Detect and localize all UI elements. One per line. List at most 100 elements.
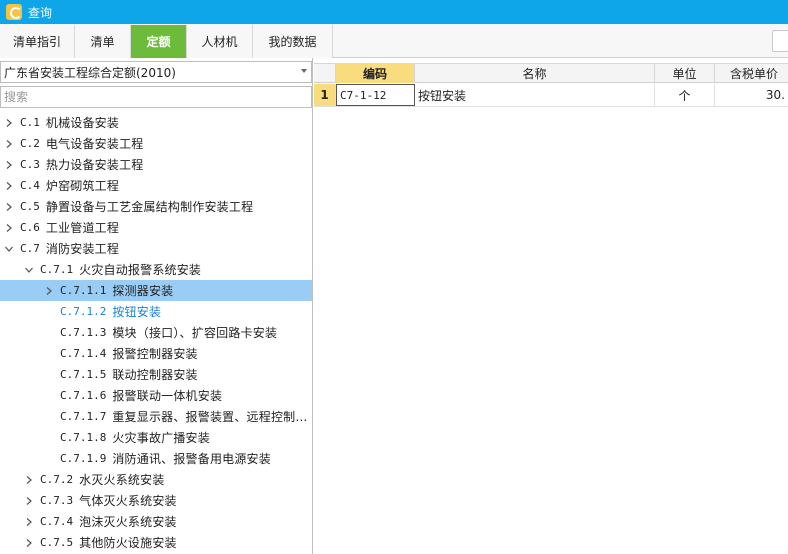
search-input[interactable] [0,86,312,108]
tree-item-code: C.3 [20,158,40,171]
grid-header: 编码 名称 单位 含税单价 [314,63,788,83]
tab-bar: 清单指引 清单 定额 人材机 我的数据 [0,24,788,58]
quota-tree-panel: 广东省安装工程综合定额(2010) C.1 机械设备安装 C.2 电气设备安装工… [0,58,313,554]
tree-item-c7-1-1[interactable]: C.7.1.1 探测器安装 [0,280,312,301]
tree-item-code: C.7 [20,242,40,255]
tree-item-code: C.7.4 [40,515,74,528]
tree-item-c7-1[interactable]: C.7.1 火灾自动报警系统安装 [0,259,312,280]
chevron-right-icon[interactable] [4,217,14,238]
tab-list[interactable]: 清单 [75,25,131,58]
tab-my-data[interactable]: 我的数据 [253,25,333,58]
quota-library-select[interactable]: 广东省安装工程综合定额(2010) [0,61,312,83]
quota-grid-panel: 编码 名称 单位 含税单价 1 C7-1-12 按钮安装 个 30. [314,58,788,554]
grid-header-code[interactable]: 编码 [336,64,415,83]
app-logo-icon [6,4,22,20]
tree-item-c7-1-8[interactable]: C.7.1.8 火灾事故广播安装 [0,427,312,448]
tree-item-c4[interactable]: C.4 炉窑砌筑工程 [0,175,312,196]
tree-item-c6[interactable]: C.6 工业管道工程 [0,217,312,238]
tree-item-code: C.7.1.3 [60,326,107,339]
tree-item-label: 火灾自动报警系统安装 [79,263,202,277]
tree-item-label: 报警控制器安装 [112,347,198,361]
tree-item-code: C.7.2 [40,473,74,486]
tree-item-c7-1-3[interactable]: C.7.1.3 模块（接口）、扩容回路卡安装 [0,322,312,343]
tree-item-code: C.2 [20,137,40,150]
tree-item-label: 按钮安装 [112,305,162,319]
tree-item-label: 探测器安装 [112,284,174,298]
tree-item-label: 热力设备安装工程 [45,158,144,172]
chevron-right-icon[interactable] [24,511,34,532]
tree-item-label: 重复显示器、报警装置、远程控制… [112,410,308,424]
tree-item-code: C.7.3 [40,494,74,507]
tree-item-code: C.1 [20,116,40,129]
table-row[interactable]: 1 C7-1-12 按钮安装 个 30. [314,84,788,107]
tree-item-c7-1-5[interactable]: C.7.1.5 联动控制器安装 [0,364,312,385]
tree-item-label: 火灾事故广播安装 [112,431,210,445]
chevron-right-icon[interactable] [4,133,14,154]
chevron-down-icon[interactable] [24,259,34,280]
tree-item-code: C.5 [20,200,40,213]
cell-price[interactable]: 30. [715,84,788,106]
toolbar-button[interactable] [772,30,788,52]
tree-item-code: C.7.1.7 [60,410,107,423]
tree-item-c3[interactable]: C.3 热力设备安装工程 [0,154,312,175]
window-title: 查询 [28,5,53,20]
tree-item-c5[interactable]: C.5 静置设备与工艺金属结构制作安装工程 [0,196,312,217]
cell-code[interactable]: C7-1-12 [336,84,415,106]
grid-header-unit[interactable]: 单位 [655,64,715,83]
tree-item-c7-1-6[interactable]: C.7.1.6 报警联动一体机安装 [0,385,312,406]
tree-item-label: 气体灭火系统安装 [79,494,177,508]
tree-item-code: C.7.1.2 [60,305,107,318]
tree-item-label: 炉窑砌筑工程 [45,179,120,193]
tree-item-code: C.4 [20,179,40,192]
tree-item-label: 电气设备安装工程 [45,137,144,151]
tree-item-label: 水灭火系统安装 [79,473,165,487]
chevron-down-icon[interactable] [4,238,14,259]
tree-item-label: 消防通讯、报警备用电源安装 [112,452,271,466]
tree-item-label: 模块（接口）、扩容回路卡安装 [112,326,278,340]
tree-item-c7-3[interactable]: C.7.3 气体灭火系统安装 [0,490,312,511]
tree-item-c1[interactable]: C.1 机械设备安装 [0,112,312,133]
tree-item-c7-1-7[interactable]: C.7.1.7 重复显示器、报警装置、远程控制… [0,406,312,427]
tree-item-c7-1-4[interactable]: C.7.1.4 报警控制器安装 [0,343,312,364]
tree-item-code: C.7.1.8 [60,431,107,444]
tree-item-c7-1-2[interactable]: C.7.1.2 按钮安装 [0,301,312,322]
tree-item-label: 机械设备安装 [45,116,120,130]
tree-item-code: C.7.1.5 [60,368,107,381]
tree-item-code: C.7.1.1 [60,284,107,297]
tree-item-c7-5[interactable]: C.7.5 其他防火设施安装 [0,532,312,553]
chevron-right-icon[interactable] [4,112,14,133]
quota-library-value: 广东省安装工程综合定额(2010) [4,65,176,80]
chevron-down-icon[interactable] [301,69,307,73]
chevron-right-icon[interactable] [24,469,34,490]
tree-item-label: 消防安装工程 [45,242,120,256]
tree-item-code: C.7.1 [40,263,74,276]
tree-item-code: C.7.5 [40,536,74,549]
tab-quota[interactable]: 定额 [131,25,187,58]
chevron-right-icon[interactable] [4,154,14,175]
tree-item-code: C.7.1.6 [60,389,107,402]
tree-item-label: 其他防火设施安装 [79,536,177,550]
tab-labor-material-machine[interactable]: 人材机 [187,25,253,58]
tree-item-label: 泡沫灭火系统安装 [79,515,177,529]
grid-header-price[interactable]: 含税单价 [715,64,788,83]
chevron-right-icon[interactable] [4,175,14,196]
grid-header-name[interactable]: 名称 [415,64,655,83]
tree-item-code: C.6 [20,221,40,234]
tree-item-c7-4[interactable]: C.7.4 泡沫灭火系统安装 [0,511,312,532]
tree-item-label: 工业管道工程 [45,221,120,235]
tree-item-c7-1-9[interactable]: C.7.1.9 消防通讯、报警备用电源安装 [0,448,312,469]
tree-item-c7-2[interactable]: C.7.2 水灭火系统安装 [0,469,312,490]
cell-name[interactable]: 按钮安装 [415,84,655,106]
row-number[interactable]: 1 [314,84,336,106]
tree-item-label: 报警联动一体机安装 [112,389,223,403]
chevron-right-icon[interactable] [44,280,54,301]
chevron-right-icon[interactable] [24,532,34,553]
cell-unit[interactable]: 个 [655,84,715,106]
chevron-right-icon[interactable] [24,490,34,511]
title-bar: 查询 [0,0,788,24]
tab-list-guide[interactable]: 清单指引 [0,25,75,58]
chevron-right-icon[interactable] [4,196,14,217]
tree-item-c7[interactable]: C.7 消防安装工程 [0,238,312,259]
tree-item-c2[interactable]: C.2 电气设备安装工程 [0,133,312,154]
tree-item-code: C.7.1.9 [60,452,107,465]
